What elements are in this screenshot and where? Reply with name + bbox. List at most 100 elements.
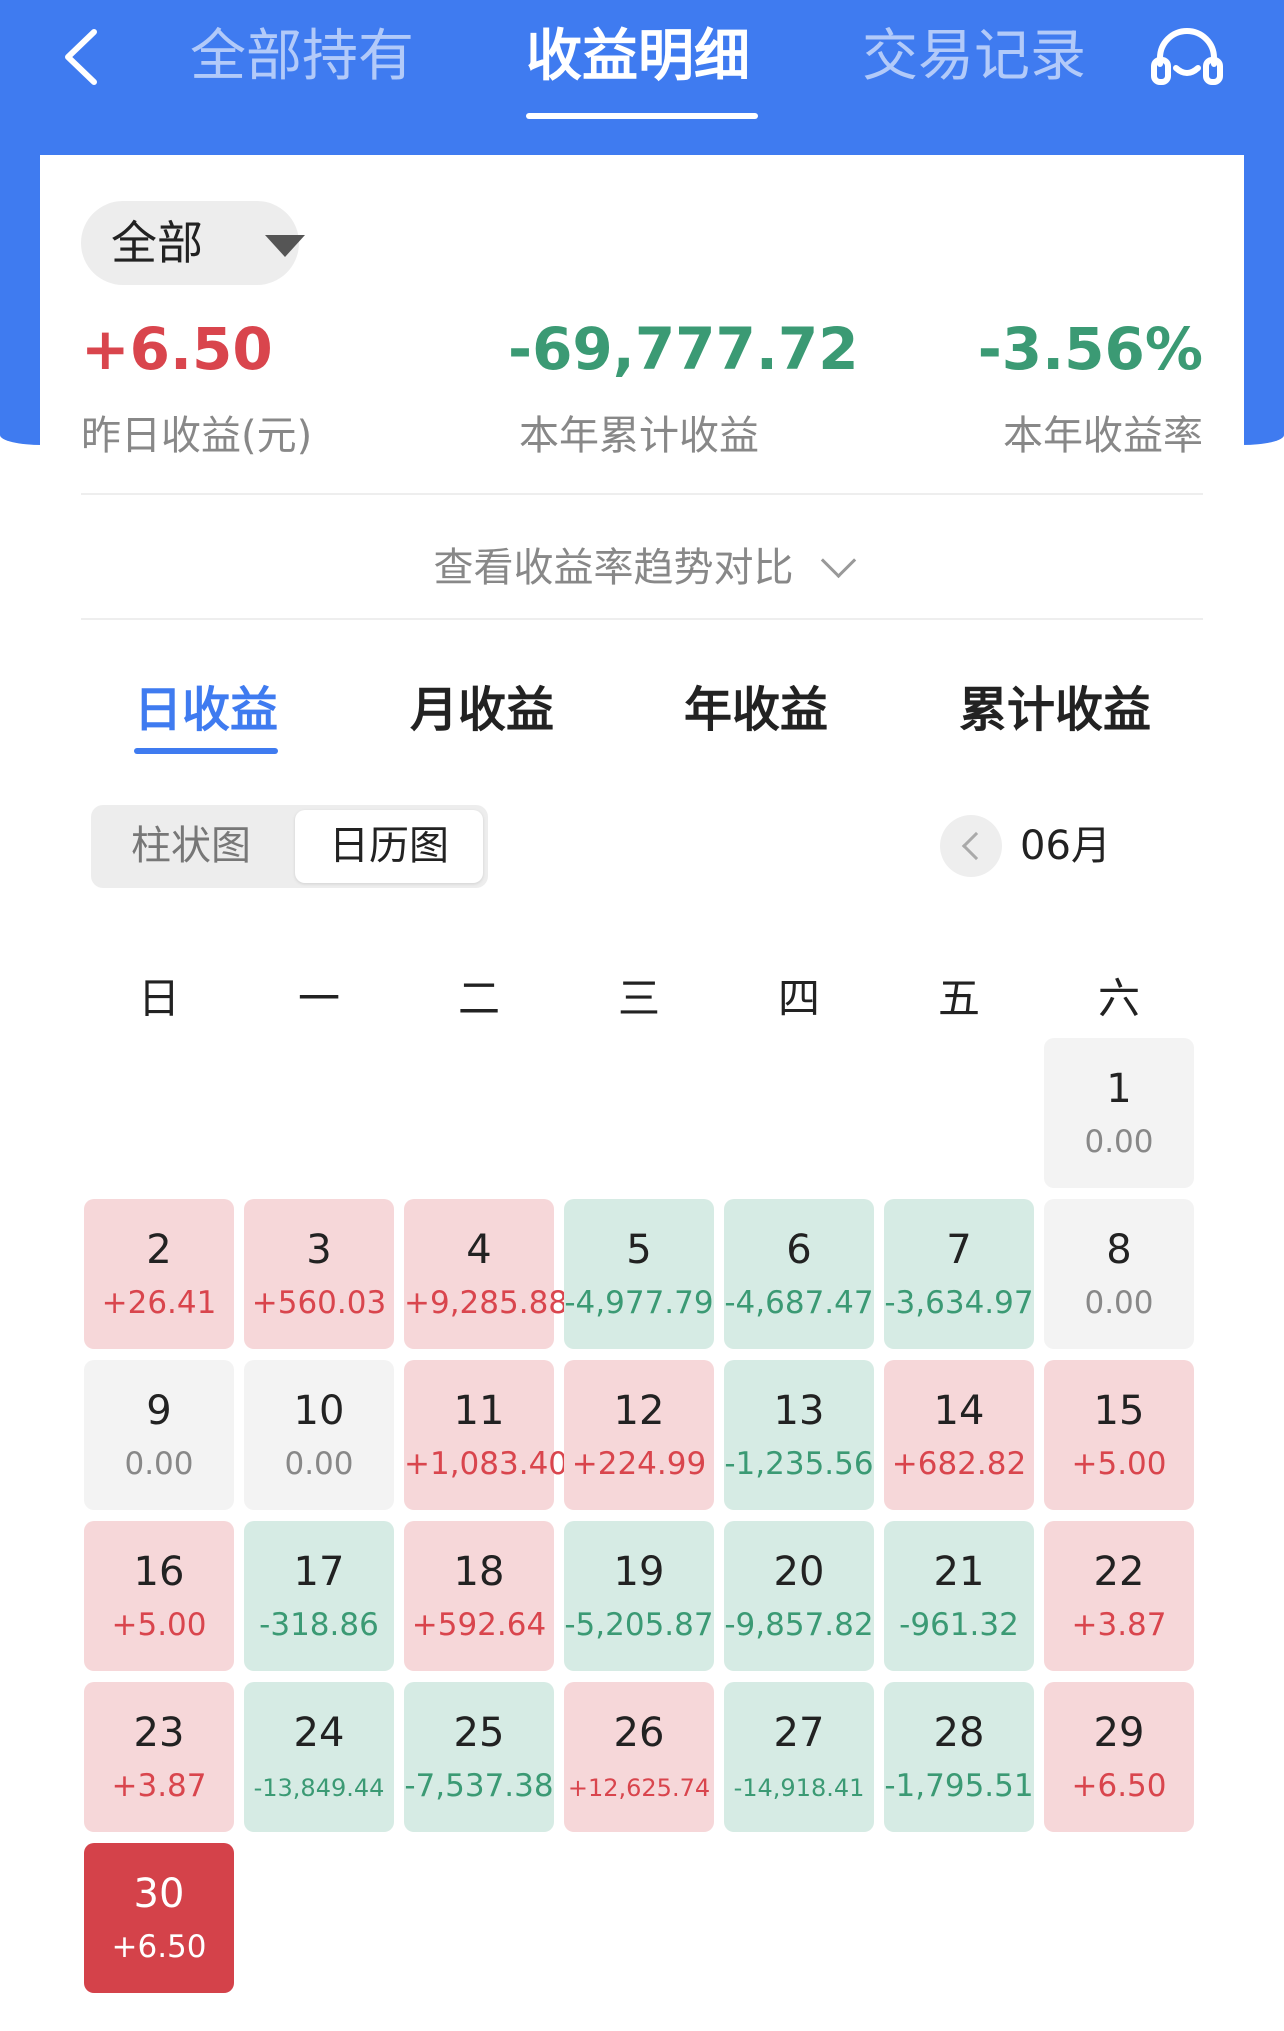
tab-transaction-records[interactable]: 交易记录 — [862, 22, 1086, 92]
calendar-day-21[interactable]: 21 -961.32 — [884, 1521, 1034, 1671]
calendar-view-button[interactable]: 日历图 — [295, 810, 483, 883]
day-earnings: -7,537.38 — [404, 1768, 554, 1804]
earnings-card: 全部 +6.50 昨日收益(元) -69,777.72 本年累计收益 -3.56… — [40, 155, 1244, 2031]
day-number: 30 — [133, 1871, 185, 1917]
day-number: 4 — [466, 1227, 492, 1273]
account-filter-dropdown[interactable]: 全部 — [81, 201, 305, 285]
day-earnings: 0.00 — [124, 1446, 194, 1482]
weekday-sat: 六 — [1097, 974, 1140, 1023]
calendar-day-26[interactable]: 26 +12,625.74 — [564, 1682, 714, 1832]
filter-label: 全部 — [111, 216, 203, 270]
calendar-day-27[interactable]: 27 -14,918.41 — [724, 1682, 874, 1832]
calendar-day-4[interactable]: 4 +9,285.88 — [404, 1199, 568, 1349]
day-number: 21 — [933, 1549, 985, 1595]
day-number: 9 — [146, 1388, 172, 1434]
day-earnings: -318.86 — [259, 1607, 379, 1643]
calendar-day-18[interactable]: 18 +592.64 — [404, 1521, 554, 1671]
customer-service-button[interactable] — [1146, 20, 1228, 100]
day-earnings: +3.87 — [1071, 1607, 1167, 1643]
calendar-day-3[interactable]: 3 +560.03 — [244, 1199, 394, 1349]
day-number: 7 — [946, 1227, 972, 1273]
calendar-day-15[interactable]: 15 +5.00 — [1044, 1360, 1194, 1510]
day-earnings: -13,849.44 — [253, 1774, 385, 1802]
day-earnings: -9,857.82 — [724, 1607, 874, 1643]
day-earnings: +5.00 — [1071, 1446, 1167, 1482]
tab-cumulative-earnings[interactable]: 累计收益 — [959, 675, 1151, 745]
day-number: 15 — [1093, 1388, 1145, 1434]
tab-all-holdings[interactable]: 全部持有 — [190, 22, 414, 92]
calendar-day-23[interactable]: 23 +3.87 — [84, 1682, 234, 1832]
headset-icon — [1151, 28, 1223, 85]
calendar-day-11[interactable]: 11 +1,083.40 — [404, 1360, 568, 1510]
day-earnings: -5,205.87 — [564, 1607, 714, 1643]
calendar-day-12[interactable]: 12 +224.99 — [564, 1360, 714, 1510]
day-number: 18 — [453, 1549, 505, 1595]
weekday-fri: 五 — [937, 974, 980, 1023]
day-earnings: -3,634.97 — [884, 1285, 1034, 1321]
calendar-day-20[interactable]: 20 -9,857.82 — [724, 1521, 874, 1671]
chevron-down-icon — [820, 542, 856, 579]
divider — [81, 618, 1203, 620]
calendar-day-7[interactable]: 7 -3,634.97 — [884, 1199, 1034, 1349]
tab-yearly-earnings[interactable]: 年收益 — [684, 675, 828, 745]
ytd-earnings-value: -69,777.72 — [508, 315, 859, 383]
view-toggle: 柱状图 日历图 — [91, 805, 488, 888]
day-number: 3 — [306, 1227, 332, 1273]
calendar-day-25[interactable]: 25 -7,537.38 — [404, 1682, 554, 1832]
calendar-day-19[interactable]: 19 -5,205.87 — [564, 1521, 714, 1671]
day-earnings: -14,918.41 — [733, 1774, 865, 1802]
calendar-day-17[interactable]: 17 -318.86 — [244, 1521, 394, 1671]
day-earnings: +5.00 — [111, 1607, 207, 1643]
tab-monthly-earnings[interactable]: 月收益 — [410, 675, 554, 745]
tab-earnings-detail[interactable]: 收益明细 — [526, 22, 750, 92]
calendar-day-24[interactable]: 24 -13,849.44 — [244, 1682, 394, 1832]
calendar-day-30[interactable]: 30 +6.50 — [84, 1843, 234, 1993]
day-number: 26 — [613, 1710, 665, 1756]
calendar-day-13[interactable]: 13 -1,235.56 — [724, 1360, 874, 1510]
tab-daily-earnings[interactable]: 日收益 — [134, 675, 278, 745]
calendar-day-9[interactable]: 9 0.00 — [84, 1360, 234, 1510]
calendar-day-8[interactable]: 8 0.00 — [1044, 1199, 1194, 1349]
day-number: 12 — [613, 1388, 665, 1434]
day-earnings: 0.00 — [1084, 1124, 1154, 1160]
day-earnings: +6.50 — [111, 1929, 207, 1965]
day-number: 20 — [773, 1549, 825, 1595]
day-earnings: +560.03 — [251, 1285, 387, 1321]
day-number: 23 — [133, 1710, 185, 1756]
yesterday-earnings-value: +6.50 — [81, 315, 273, 383]
day-earnings: +3.87 — [111, 1768, 207, 1804]
day-number: 11 — [453, 1388, 505, 1434]
day-number: 8 — [1106, 1227, 1132, 1273]
back-button[interactable] — [52, 22, 122, 92]
trend-comparison-toggle[interactable]: 查看收益率趋势对比 — [40, 525, 1244, 611]
ytd-return-value: -3.56% — [977, 315, 1203, 383]
day-earnings: +26.41 — [101, 1285, 217, 1321]
calendar-day-29[interactable]: 29 +6.50 — [1044, 1682, 1194, 1832]
calendar-day-22[interactable]: 22 +3.87 — [1044, 1521, 1194, 1671]
divider — [81, 493, 1203, 495]
day-number: 25 — [453, 1710, 505, 1756]
day-number: 28 — [933, 1710, 985, 1756]
chevron-left-icon — [65, 29, 97, 85]
day-number: 29 — [1093, 1710, 1145, 1756]
day-number: 1 — [1106, 1066, 1132, 1112]
previous-month-button[interactable] — [940, 815, 1002, 877]
sub-tab-indicator — [134, 748, 278, 754]
calendar-day-6[interactable]: 6 -4,687.47 — [724, 1199, 874, 1349]
calendar-day-5[interactable]: 5 -4,977.79 — [564, 1199, 714, 1349]
calendar-day-16[interactable]: 16 +5.00 — [84, 1521, 234, 1671]
day-earnings: +682.82 — [891, 1446, 1027, 1482]
day-earnings: 0.00 — [1084, 1285, 1154, 1321]
calendar-day-14[interactable]: 14 +682.82 — [884, 1360, 1034, 1510]
caret-down-icon — [265, 235, 305, 257]
day-number: 27 — [773, 1710, 825, 1756]
day-number: 14 — [933, 1388, 985, 1434]
calendar-day-10[interactable]: 10 0.00 — [244, 1360, 394, 1510]
calendar-day-1[interactable]: 1 0.00 — [1044, 1038, 1194, 1188]
calendar-day-2[interactable]: 2 +26.41 — [84, 1199, 234, 1349]
bar-chart-view-button[interactable]: 柱状图 — [91, 810, 291, 883]
day-earnings: -1,795.51 — [884, 1768, 1034, 1804]
calendar-day-28[interactable]: 28 -1,795.51 — [884, 1682, 1034, 1832]
weekday-tue: 二 — [457, 974, 500, 1023]
yesterday-earnings-label: 昨日收益(元) — [81, 413, 313, 459]
